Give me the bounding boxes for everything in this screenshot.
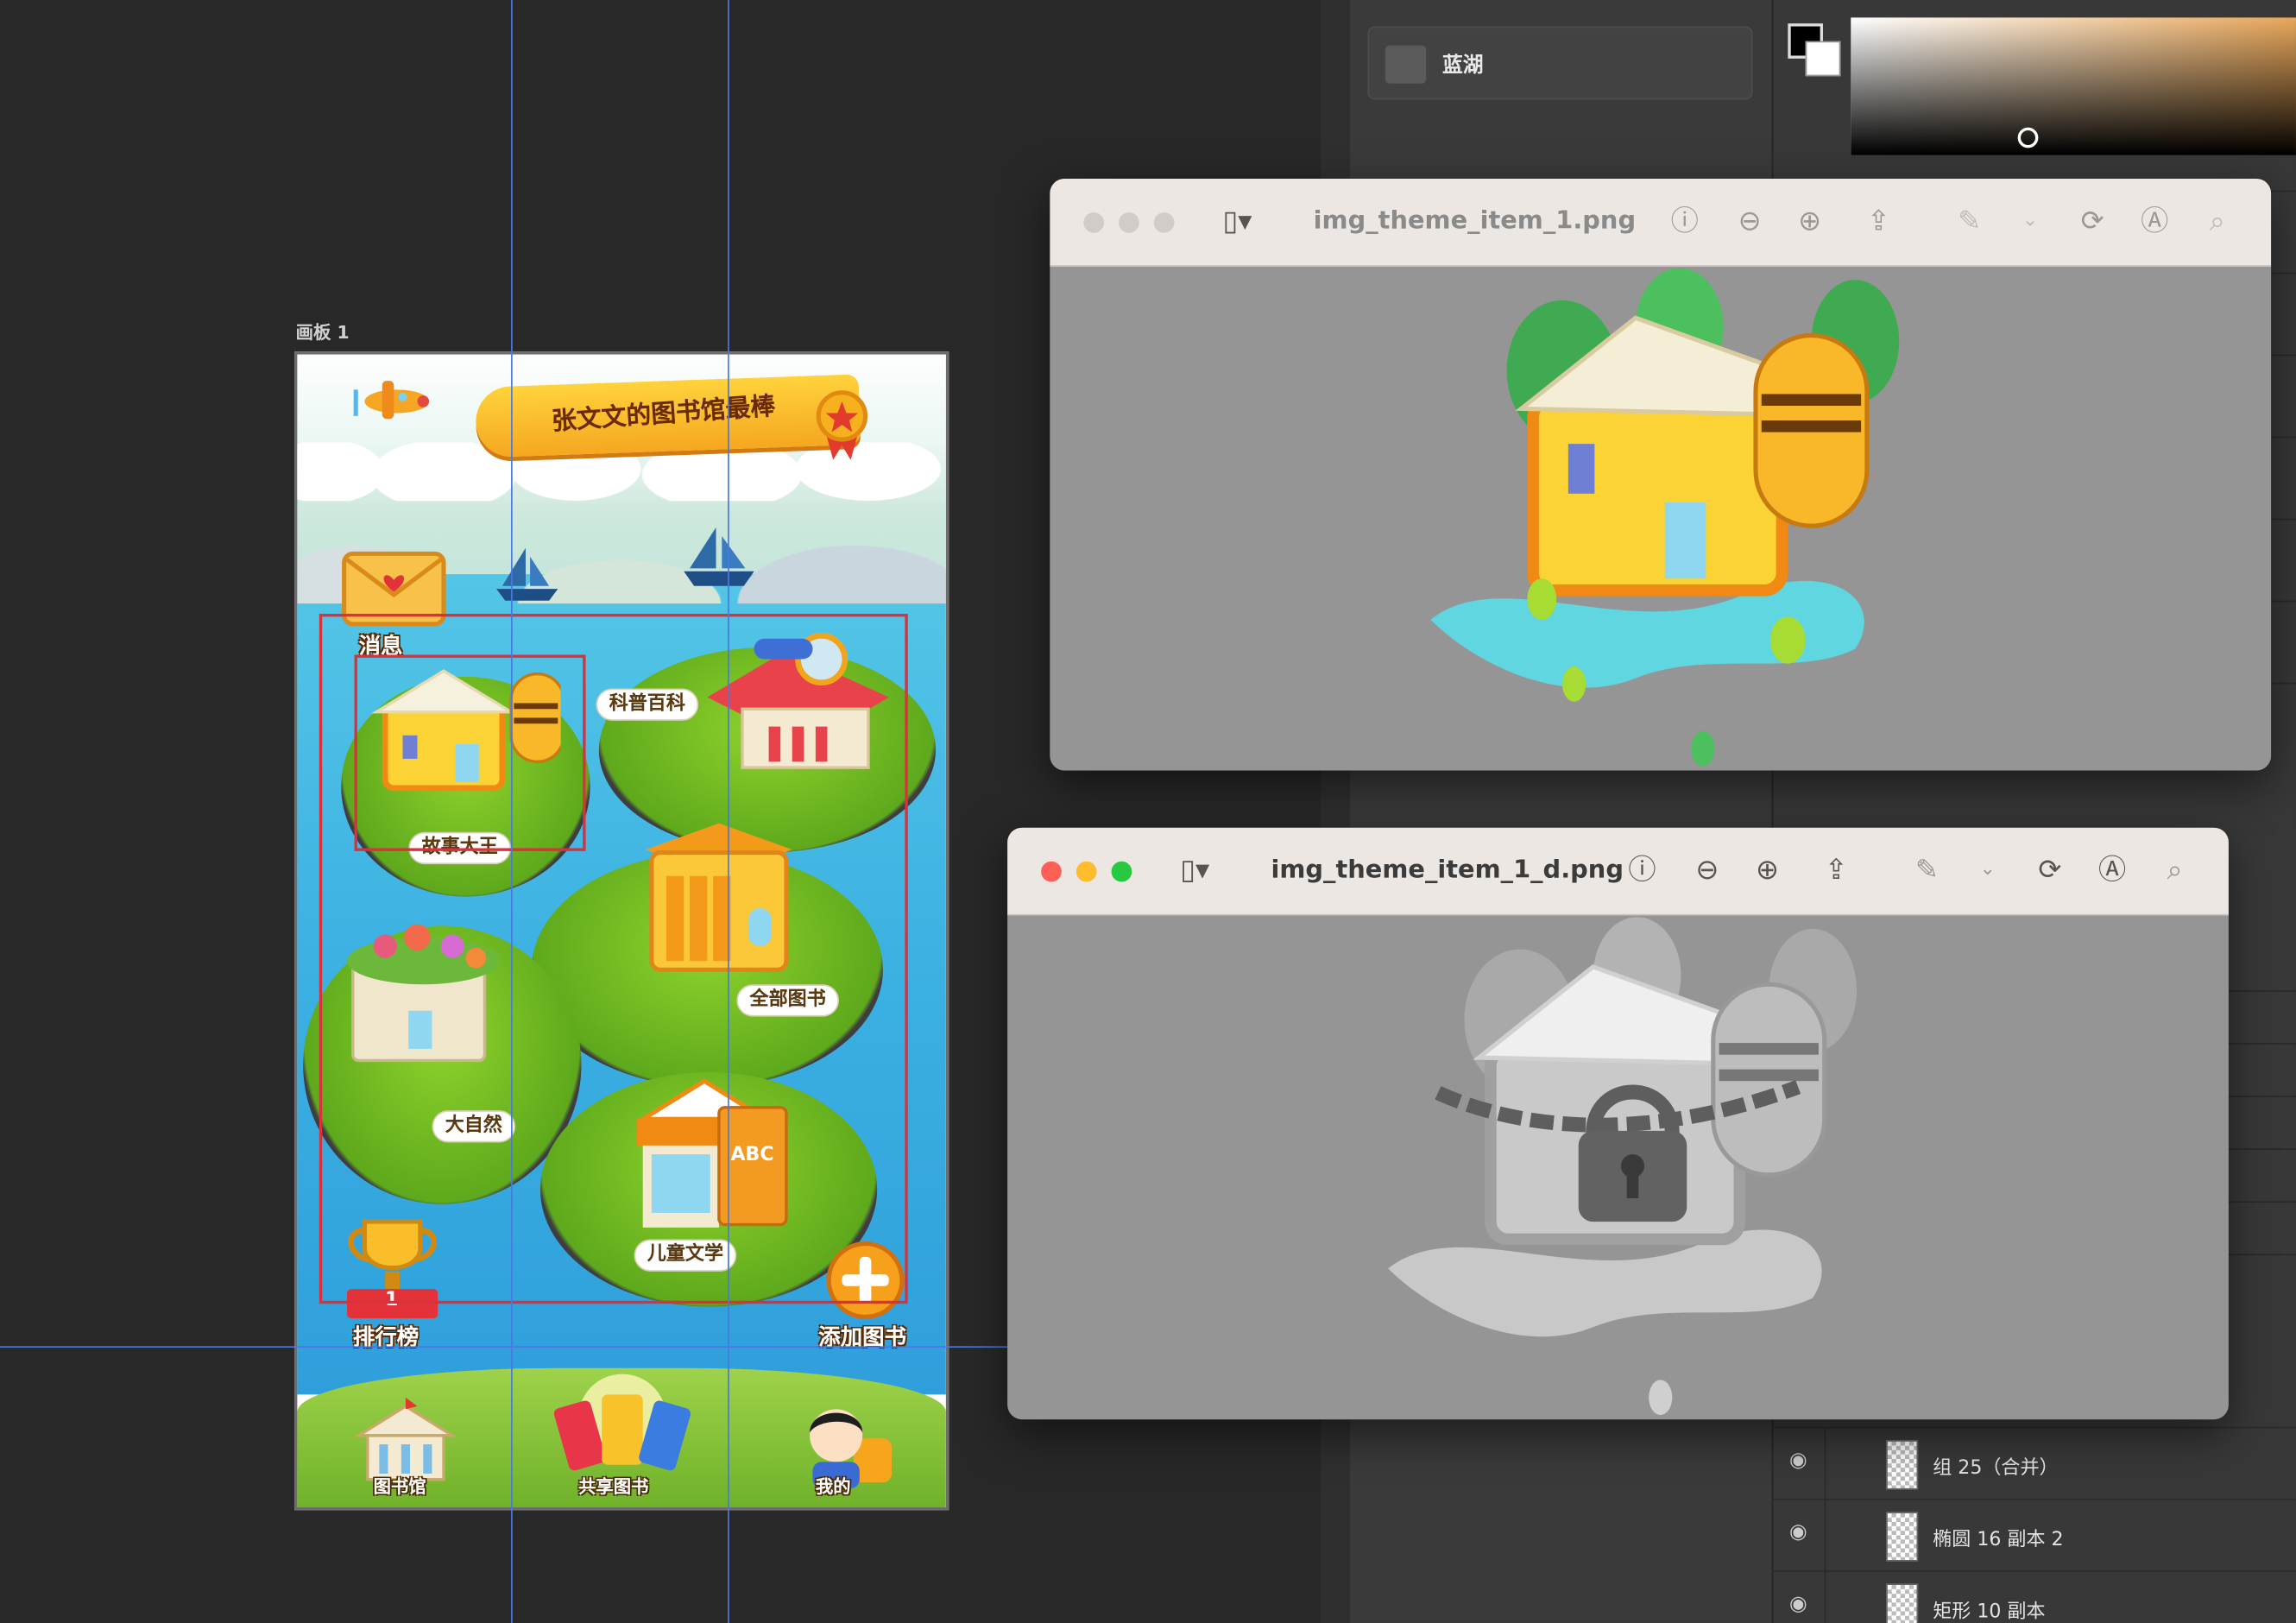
annotate-icon[interactable]: Ⓐ: [2141, 205, 2168, 237]
locked-theme-item-image: [1388, 917, 1858, 1416]
image-canvas: [1007, 917, 2229, 1419]
window-titlebar[interactable]: ▯▾ img_theme_item_1.png ⓘ ⊖ ⊕ ⇪ ✎ ⌄ ⟳ Ⓐ …: [1050, 179, 2272, 267]
guide-vertical[interactable]: [728, 0, 729, 1623]
guide-vertical[interactable]: [511, 0, 513, 1623]
workspace: 蓝湖 ◉ 组 25（合并） ◉ 椭圆 16 副本 2 ◉ 矩形 10 副本 画板…: [0, 0, 2296, 1623]
sailboat-icon: [496, 547, 558, 601]
layer-row[interactable]: ◉ 组 25（合并）: [1771, 1426, 2296, 1499]
sidebar-toggle-icon[interactable]: ▯▾: [1180, 854, 1209, 886]
guide-horizontal[interactable]: [0, 1346, 1008, 1348]
search-icon[interactable]: ⌕: [2210, 205, 2225, 237]
layer-name: 组 25（合并）: [1933, 1457, 2059, 1480]
eye-icon[interactable]: ◉: [1789, 1592, 1816, 1619]
zoom-button[interactable]: [1111, 861, 1132, 882]
library-item-label: 蓝湖: [1441, 54, 1484, 78]
sailboat-icon: [684, 527, 754, 586]
library-nav-icon[interactable]: [350, 1397, 461, 1486]
color-picker-handle[interactable]: [2017, 127, 2039, 148]
background-color-swatch[interactable]: [1805, 41, 1841, 77]
layer-thumbnail: [1885, 1439, 1919, 1490]
zoom-button[interactable]: [1153, 212, 1175, 233]
markup-pen-icon[interactable]: ✎: [1958, 205, 1981, 237]
preview-window-2[interactable]: ▯▾ img_theme_item_1_d.png ⓘ ⊖ ⊕ ⇪ ✎ ⌄ ⟳ …: [1007, 827, 2229, 1420]
layer-thumbnail: [1885, 1512, 1919, 1562]
medal-icon: [816, 390, 868, 460]
share-icon[interactable]: ⇪: [1867, 205, 1890, 237]
annotate-icon[interactable]: Ⓐ: [2098, 854, 2126, 886]
rotate-icon[interactable]: ⟳: [2038, 854, 2061, 886]
window-title: img_theme_item_1_d.png: [1271, 855, 1624, 885]
markup-pen-icon[interactable]: ✎: [1915, 854, 1939, 886]
share-books-nav-icon[interactable]: [546, 1374, 698, 1486]
search-icon[interactable]: ⌕: [2167, 854, 2183, 886]
zoom-in-icon[interactable]: ⊕: [1798, 205, 1821, 237]
minimize-button[interactable]: [1119, 212, 1139, 233]
layer-row[interactable]: ◉ 矩形 10 副本: [1771, 1569, 2296, 1623]
close-button[interactable]: [1041, 861, 1062, 882]
sidebar-toggle-icon[interactable]: ▯▾: [1222, 205, 1252, 237]
artboard-label[interactable]: 画板 1: [296, 319, 350, 344]
library-item[interactable]: 蓝湖: [1367, 26, 1753, 100]
theme-item-image: [1430, 268, 1900, 767]
minimize-button[interactable]: [1075, 861, 1097, 882]
zoom-out-icon[interactable]: ⊖: [1738, 205, 1762, 237]
window-title: img_theme_item_1.png: [1313, 206, 1637, 237]
share-icon[interactable]: ⇪: [1825, 854, 1848, 886]
layer-row[interactable]: ◉ 椭圆 16 副本 2: [1771, 1498, 2296, 1570]
zoom-out-icon[interactable]: ⊖: [1695, 854, 1719, 886]
eye-icon[interactable]: ◉: [1789, 1520, 1816, 1547]
nav-library-label[interactable]: 图书馆: [374, 1474, 426, 1499]
zoom-in-icon[interactable]: ⊕: [1756, 854, 1779, 886]
nav-share-label[interactable]: 共享图书: [578, 1474, 648, 1499]
close-button[interactable]: [1083, 212, 1105, 233]
folder-icon: [1385, 45, 1427, 84]
layer-name: 椭圆 16 副本 2: [1933, 1529, 2064, 1551]
info-icon[interactable]: ⓘ: [1671, 205, 1699, 237]
rotate-icon[interactable]: ⟳: [2081, 205, 2104, 237]
airplane-icon: [353, 381, 430, 420]
selection-box-story-island[interactable]: [354, 654, 586, 851]
window-titlebar[interactable]: ▯▾ img_theme_item_1_d.png ⓘ ⊖ ⊕ ⇪ ✎ ⌄ ⟳ …: [1007, 827, 2229, 916]
layer-thumbnail: [1885, 1583, 1919, 1623]
chevron-down-icon[interactable]: ⌄: [2022, 205, 2039, 237]
preview-window-1[interactable]: ▯▾ img_theme_item_1.png ⓘ ⊖ ⊕ ⇪ ✎ ⌄ ⟳ Ⓐ …: [1050, 179, 2272, 771]
layer-name: 矩形 10 副本: [1933, 1601, 2046, 1623]
artboard[interactable]: 张文文的图书馆最棒 消息 ABC 科普百科 故事大王 全部图书 大自然 儿童文学…: [293, 351, 949, 1511]
image-canvas: [1050, 268, 2271, 771]
nav-mine-label[interactable]: 我的: [816, 1474, 851, 1499]
eye-icon[interactable]: ◉: [1789, 1449, 1816, 1475]
info-icon[interactable]: ⓘ: [1628, 854, 1656, 886]
chevron-down-icon[interactable]: ⌄: [1980, 854, 1996, 886]
color-picker-field[interactable]: [1851, 17, 2296, 155]
